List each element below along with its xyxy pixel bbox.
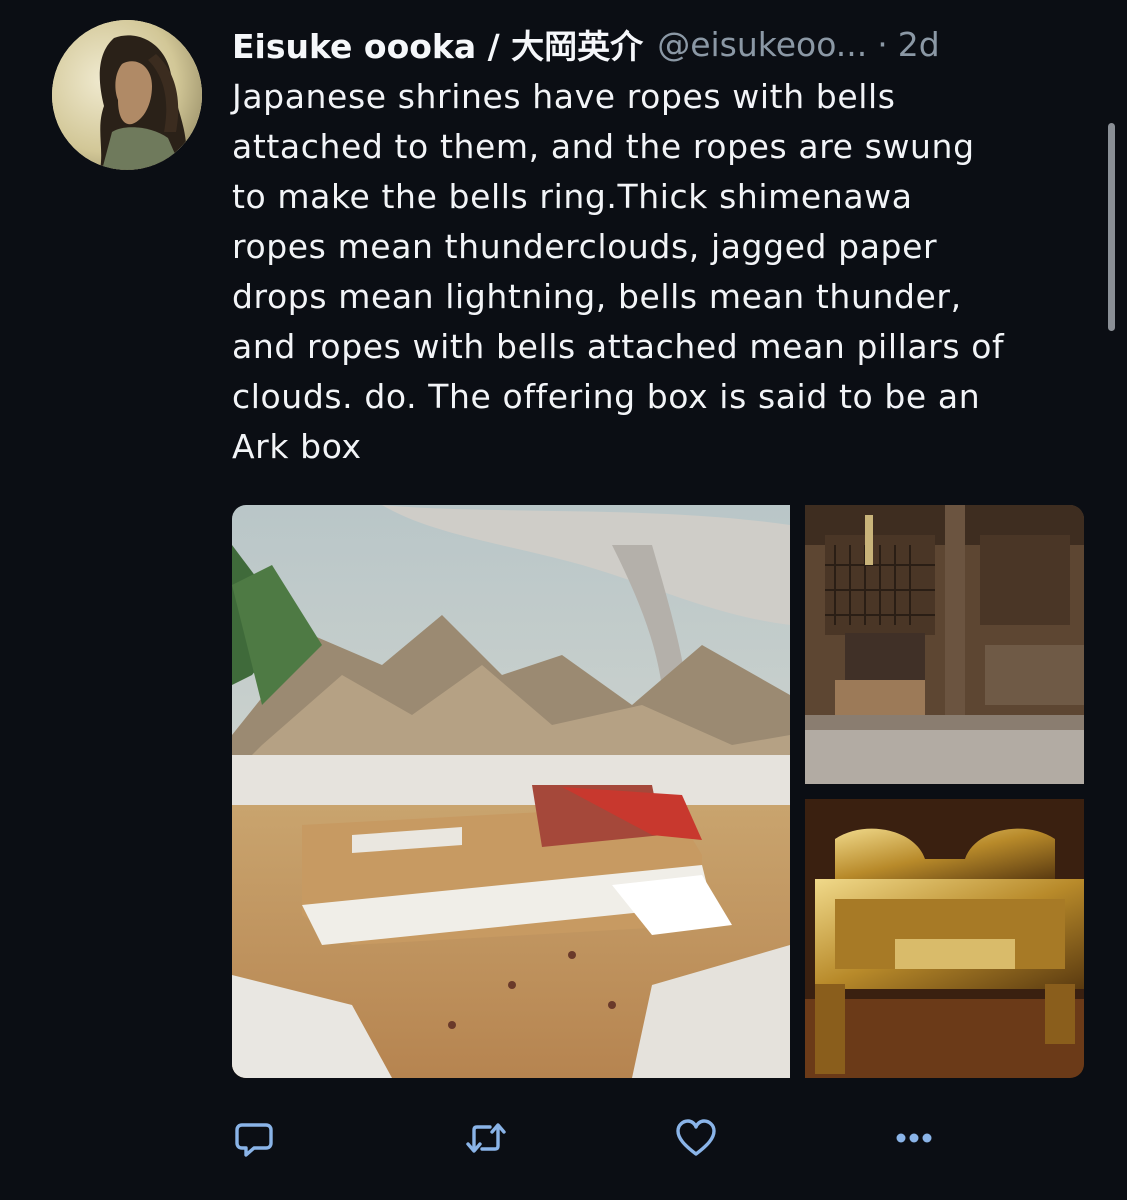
separator: · — [877, 24, 888, 64]
more-button[interactable] — [888, 1112, 940, 1164]
tweet: Eisuke oooka / 大岡英介 @eisukeoo... · 2d Ja… — [0, 0, 1127, 1200]
like-button[interactable] — [670, 1112, 722, 1164]
user-handle[interactable]: @eisukeoo... — [657, 25, 867, 64]
reply-button[interactable] — [228, 1112, 280, 1164]
avatar[interactable] — [52, 20, 202, 170]
tweet-actions — [232, 1112, 952, 1164]
shrine-photo-image — [805, 505, 1084, 784]
heart-icon — [676, 1119, 716, 1156]
tabernacle-camp-illustration[interactable] — [232, 505, 790, 1078]
tweet-text: Japanese shrines have ropes with bells a… — [232, 77, 1005, 466]
tabernacle-illustration-image — [232, 505, 790, 1078]
shrine-offering-box-photo[interactable] — [805, 505, 1084, 784]
profile-photo-icon — [52, 20, 202, 170]
ark-photo-image — [805, 799, 1084, 1078]
tweet-header: Eisuke oooka / 大岡英介 @eisukeoo... · 2d — [232, 20, 1062, 68]
scrollbar[interactable] — [1108, 123, 1115, 331]
media-grid — [232, 505, 1084, 1078]
more-icon — [896, 1133, 932, 1143]
reply-icon — [235, 1123, 273, 1157]
display-name[interactable]: Eisuke oooka / 大岡英介 — [232, 20, 643, 68]
retweet-button[interactable] — [460, 1112, 512, 1164]
retweet-icon — [466, 1123, 506, 1153]
golden-ark-photo[interactable] — [805, 799, 1084, 1078]
timestamp[interactable]: 2d — [898, 25, 940, 64]
